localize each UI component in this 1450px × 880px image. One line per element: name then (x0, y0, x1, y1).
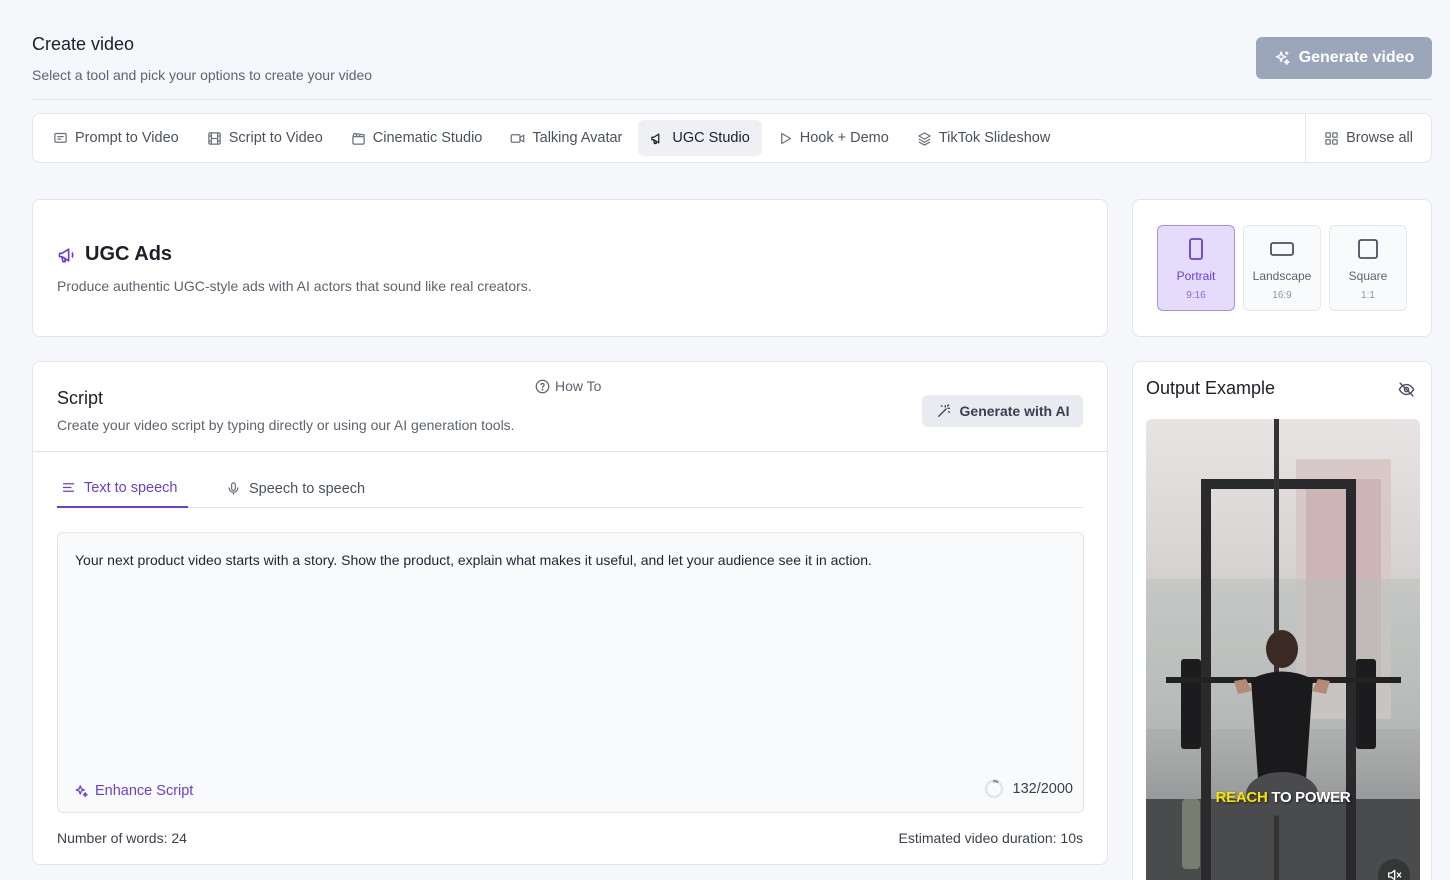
character-count: 132/2000 (1012, 781, 1073, 797)
tab-script-to-video[interactable]: Script to Video (195, 120, 335, 156)
ugc-ads-card: UGC Ads Produce authentic UGC-style ads … (32, 199, 1108, 337)
aspect-ratio-value: 16:9 (1272, 290, 1292, 301)
page-header: Create video Select a tool and pick your… (32, 34, 1432, 100)
landscape-icon (1270, 242, 1294, 256)
script-textarea[interactable]: Your next product video starts with a st… (57, 532, 1084, 813)
how-to-link[interactable]: How To (535, 378, 601, 394)
layers-icon (918, 131, 931, 146)
how-to-label: How To (555, 378, 602, 394)
message-square-icon (54, 132, 67, 143)
tab-speech-to-speech[interactable]: Speech to speech (222, 469, 369, 508)
tab-tiktok-slideshow[interactable]: TikTok Slideshow (905, 120, 1062, 156)
tab-label: Hook + Demo (799, 130, 889, 146)
sparkles-icon (75, 784, 88, 797)
tab-hook-demo[interactable]: Hook + Demo (766, 120, 901, 156)
sparkles-icon (1275, 50, 1290, 65)
aspect-ratio-card: Portrait 9:16 Landscape 16:9 Square 1:1 (1132, 199, 1432, 337)
output-example-card: Output Example REACH TO POWER (1132, 361, 1432, 880)
word-count: Number of words: 24 (57, 830, 187, 846)
tab-talking-avatar[interactable]: Talking Avatar (498, 120, 634, 156)
tab-prompt-to-video[interactable]: Prompt to Video (41, 120, 191, 156)
volume-mute-icon (1388, 869, 1402, 880)
page-title: Create video (32, 34, 135, 54)
browse-all-button[interactable]: Browse all (1305, 114, 1431, 162)
enhance-script-button[interactable]: Enhance Script (74, 783, 193, 799)
aspect-ratio-value: 1:1 (1361, 290, 1375, 301)
tab-label: Script to Video (228, 130, 323, 146)
enhance-script-label: Enhance Script (95, 783, 194, 799)
aspect-ratio-value: 9:16 (1186, 290, 1206, 301)
film-icon (207, 131, 221, 145)
aspect-label: Landscape (1252, 269, 1312, 283)
aspect-square-option[interactable]: Square 1:1 (1329, 225, 1407, 311)
script-stats: Number of words: 24 Estimated video dura… (57, 830, 1083, 846)
tab-label: UGC Studio (672, 130, 750, 146)
tab-label: Speech to speech (249, 480, 366, 497)
output-example-video[interactable]: REACH TO POWER (1146, 419, 1420, 880)
play-icon (780, 132, 791, 144)
generate-video-button[interactable]: Generate video (1256, 37, 1432, 79)
magic-wand-icon (937, 404, 950, 417)
tab-label: Prompt to Video (75, 130, 179, 146)
browse-all-label: Browse all (1346, 130, 1413, 146)
generate-with-ai-button[interactable]: Generate with AI (922, 395, 1083, 427)
speech-mode-tabs: Text to speech Speech to speech (57, 469, 1083, 508)
script-description: Create your video script by typing direc… (57, 417, 515, 433)
aspect-landscape-option[interactable]: Landscape 16:9 (1243, 225, 1321, 311)
megaphone-icon (58, 247, 74, 262)
generate-with-ai-label: Generate with AI (959, 403, 1070, 419)
eye-off-icon[interactable] (1398, 381, 1415, 398)
square-icon (1358, 239, 1378, 259)
divider (33, 451, 1107, 452)
character-counter: 132/2000 (984, 779, 1073, 799)
tab-label: Text to speech (84, 479, 178, 496)
page-subtitle: Select a tool and pick your options to c… (32, 67, 373, 83)
microphone-icon (228, 482, 239, 495)
tab-label: TikTok Slideshow (938, 130, 1051, 146)
tab-label: Cinematic Studio (372, 130, 483, 146)
gym-scene-image (1146, 419, 1420, 880)
tab-ugc-studio[interactable]: UGC Studio (638, 120, 762, 156)
script-text[interactable]: Your next product video starts with a st… (75, 551, 872, 569)
output-title: Output Example (1146, 378, 1276, 398)
help-circle-icon (535, 379, 550, 393)
tab-label: Talking Avatar (532, 130, 623, 146)
tab-cinematic-studio[interactable]: Cinematic Studio (339, 120, 495, 156)
generate-video-label: Generate video (1298, 49, 1415, 66)
text-align-icon (62, 483, 75, 492)
grid-icon (1325, 131, 1338, 145)
portrait-icon (1189, 238, 1203, 260)
megaphone-icon (651, 133, 660, 144)
ugc-title-text: UGC Ads (85, 243, 173, 265)
tab-text-to-speech[interactable]: Text to speech (57, 469, 188, 508)
aspect-label: Square (1348, 269, 1388, 283)
aspect-portrait-option[interactable]: Portrait 9:16 (1157, 225, 1235, 311)
ugc-title: UGC Ads (57, 243, 172, 266)
script-card: Script Create your video script by typin… (32, 361, 1108, 865)
video-camera-icon (511, 133, 525, 143)
progress-ring-icon (984, 779, 1003, 799)
caption-highlight: REACH (1215, 789, 1268, 806)
caption-rest: TO POWER (1267, 789, 1351, 806)
aspect-label: Portrait (1176, 269, 1216, 283)
estimated-duration: Estimated video duration: 10s (898, 830, 1083, 846)
script-title: Script (57, 388, 104, 408)
ugc-description: Produce authentic UGC-style ads with AI … (57, 278, 532, 294)
tool-tabs: Prompt to Video Script to Video Cinemati… (32, 113, 1432, 163)
clapperboard-icon (352, 132, 365, 145)
video-caption: REACH TO POWER (1146, 789, 1420, 806)
